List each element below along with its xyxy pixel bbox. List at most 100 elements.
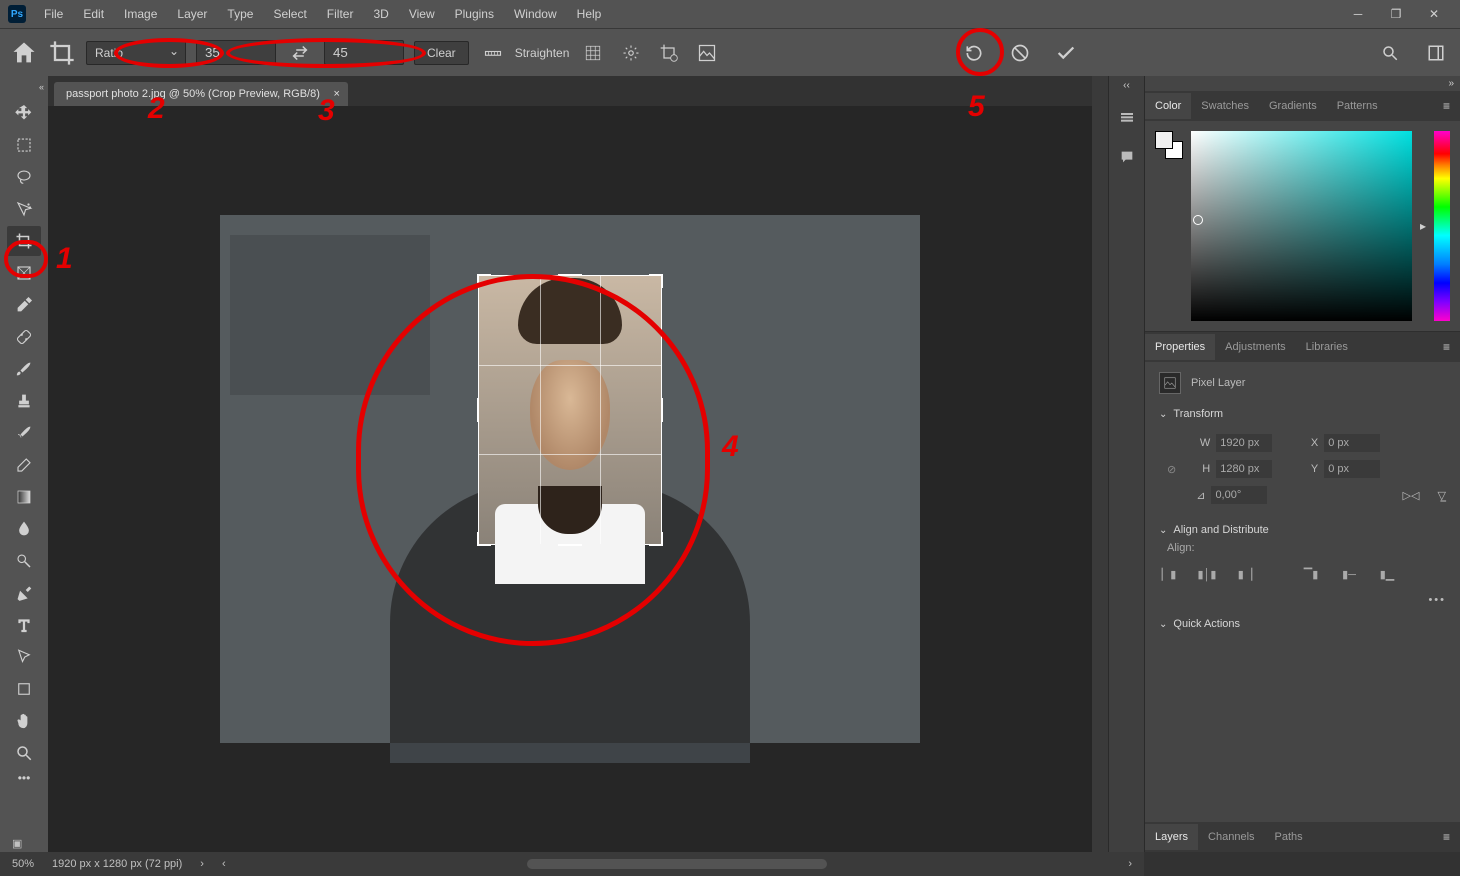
- align-bottom-icon[interactable]: ▮▁: [1377, 564, 1397, 584]
- menu-image[interactable]: Image: [116, 3, 165, 25]
- dock-expand-icon[interactable]: ‹‹: [1123, 80, 1130, 91]
- straighten-icon[interactable]: [479, 39, 507, 67]
- home-icon[interactable]: [10, 39, 38, 67]
- menu-select[interactable]: Select: [265, 3, 314, 25]
- color-panel-menu-icon[interactable]: ≡: [1433, 93, 1460, 119]
- marquee-tool[interactable]: [7, 130, 41, 160]
- menu-help[interactable]: Help: [569, 3, 610, 25]
- status-more-icon[interactable]: ›: [200, 858, 204, 870]
- angle-input[interactable]: [1211, 486, 1267, 504]
- straighten-label[interactable]: Straighten: [515, 46, 570, 60]
- delete-cropped-icon[interactable]: [655, 39, 683, 67]
- tab-paths[interactable]: Paths: [1265, 824, 1313, 850]
- horizontal-scrollbar[interactable]: [244, 859, 1111, 869]
- tab-swatches[interactable]: Swatches: [1191, 93, 1259, 119]
- menu-plugins[interactable]: Plugins: [447, 3, 502, 25]
- overlay-grid-icon[interactable]: [579, 39, 607, 67]
- crop-handle-tm[interactable]: [558, 274, 582, 280]
- crop-width-input[interactable]: [196, 40, 276, 65]
- menu-window[interactable]: Window: [506, 3, 565, 25]
- brush-tool[interactable]: [7, 354, 41, 384]
- close-tab-icon[interactable]: ×: [333, 88, 339, 100]
- crop-height-input[interactable]: [324, 40, 404, 65]
- path-select-tool[interactable]: [7, 642, 41, 672]
- tab-gradients[interactable]: Gradients: [1259, 93, 1327, 119]
- tab-channels[interactable]: Channels: [1198, 824, 1264, 850]
- content-aware-icon[interactable]: [693, 39, 721, 67]
- y-input[interactable]: [1324, 460, 1380, 478]
- shape-tool[interactable]: [7, 674, 41, 704]
- crop-tool-icon[interactable]: [48, 39, 76, 67]
- workspace-switcher-icon[interactable]: [1422, 39, 1450, 67]
- vertical-scrollbar[interactable]: [1092, 76, 1108, 852]
- x-input[interactable]: [1324, 434, 1380, 452]
- crop-box[interactable]: [478, 275, 662, 545]
- foreground-background-swatch[interactable]: [1155, 131, 1183, 159]
- link-wh-icon[interactable]: ⊘: [1167, 463, 1176, 476]
- document-tab[interactable]: passport photo 2.jpg @ 50% (Crop Preview…: [54, 82, 348, 106]
- zoom-level[interactable]: 50%: [12, 858, 34, 870]
- hscroll-right-icon[interactable]: ›: [1128, 858, 1132, 870]
- crop-tool[interactable]: [7, 226, 41, 256]
- more-tools-icon[interactable]: •••: [7, 770, 41, 786]
- maximize-button[interactable]: ❐: [1386, 4, 1406, 24]
- panel-collapse-icon[interactable]: »: [1145, 76, 1460, 91]
- align-top-icon[interactable]: ▔▮: [1301, 564, 1321, 584]
- blur-tool[interactable]: [7, 514, 41, 544]
- type-tool[interactable]: [7, 610, 41, 640]
- menu-type[interactable]: Type: [219, 3, 261, 25]
- menu-view[interactable]: View: [401, 3, 443, 25]
- lasso-tool[interactable]: [7, 162, 41, 192]
- pen-tool[interactable]: [7, 578, 41, 608]
- dock-panel-icon-2[interactable]: [1116, 146, 1138, 168]
- crop-handle-bl[interactable]: [477, 532, 491, 546]
- properties-panel-menu-icon[interactable]: ≡: [1433, 334, 1460, 360]
- align-section-header[interactable]: ⌄Align and Distribute: [1159, 524, 1446, 536]
- aspect-ratio-dropdown[interactable]: Ratio: [86, 41, 186, 65]
- quick-actions-header[interactable]: ⌄Quick Actions: [1159, 618, 1446, 630]
- search-icon[interactable]: [1376, 39, 1404, 67]
- menu-layer[interactable]: Layer: [169, 3, 215, 25]
- eraser-tool[interactable]: [7, 450, 41, 480]
- move-tool[interactable]: [7, 98, 41, 128]
- dodge-tool[interactable]: [7, 546, 41, 576]
- history-brush-tool[interactable]: [7, 418, 41, 448]
- menu-file[interactable]: File: [36, 3, 71, 25]
- crop-settings-icon[interactable]: [617, 39, 645, 67]
- hue-slider[interactable]: [1434, 131, 1450, 321]
- edit-toolbar-icon[interactable]: ▣: [12, 837, 22, 850]
- commit-crop-icon[interactable]: [1052, 39, 1080, 67]
- reset-crop-icon[interactable]: [960, 39, 988, 67]
- menu-edit[interactable]: Edit: [75, 3, 112, 25]
- swap-dimensions-icon[interactable]: [286, 39, 314, 67]
- crop-handle-bm[interactable]: [558, 540, 582, 546]
- toolbox-collapse-icon[interactable]: «: [39, 82, 48, 96]
- align-hcenter-icon[interactable]: ▮│▮: [1197, 564, 1217, 584]
- crop-handle-ml[interactable]: [477, 398, 483, 422]
- healing-tool[interactable]: [7, 322, 41, 352]
- crop-handle-br[interactable]: [649, 532, 663, 546]
- tab-adjustments[interactable]: Adjustments: [1215, 334, 1296, 360]
- transform-section-header[interactable]: ⌄Transform: [1159, 408, 1446, 420]
- color-field[interactable]: [1191, 131, 1412, 321]
- menu-3d[interactable]: 3D: [365, 3, 396, 25]
- crop-handle-tr[interactable]: [649, 274, 663, 288]
- height-input[interactable]: [1216, 460, 1272, 478]
- gradient-tool[interactable]: [7, 482, 41, 512]
- stamp-tool[interactable]: [7, 386, 41, 416]
- canvas[interactable]: [220, 215, 920, 743]
- minimize-button[interactable]: ─: [1348, 4, 1368, 24]
- flip-v-icon[interactable]: ▽̲: [1438, 489, 1446, 502]
- close-button[interactable]: ✕: [1424, 4, 1444, 24]
- cancel-crop-icon[interactable]: [1006, 39, 1034, 67]
- tab-libraries[interactable]: Libraries: [1296, 334, 1358, 360]
- crop-handle-mr[interactable]: [657, 398, 663, 422]
- align-vcenter-icon[interactable]: ▮─: [1339, 564, 1359, 584]
- zoom-tool[interactable]: [7, 738, 41, 768]
- canvas-viewport[interactable]: [48, 106, 1092, 852]
- more-align-icon[interactable]: •••: [1428, 594, 1446, 606]
- align-right-icon[interactable]: ▮▕: [1235, 564, 1255, 584]
- eyedropper-tool[interactable]: [7, 290, 41, 320]
- dock-panel-icon-1[interactable]: [1116, 106, 1138, 128]
- tab-layers[interactable]: Layers: [1145, 824, 1198, 850]
